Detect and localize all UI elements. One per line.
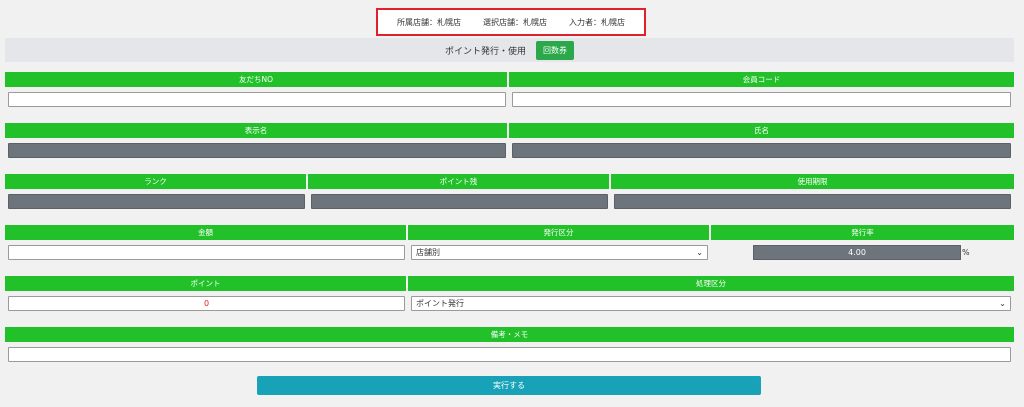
percent-sign: % bbox=[962, 247, 970, 257]
full-name-field bbox=[512, 142, 1011, 158]
store-info-box: 所属店舗：札幌店 選択店舗：札幌店 入力者：札幌店 bbox=[376, 8, 646, 36]
friend-no-label: 友だちNO bbox=[5, 72, 509, 87]
process-type-value: ポイント発行 bbox=[416, 298, 464, 308]
amount-input[interactable] bbox=[8, 244, 405, 260]
friend-member-section: 友だちNO 会員コード bbox=[5, 72, 1014, 109]
selected-store: 選択店舗：札幌店 bbox=[483, 17, 547, 27]
points-input[interactable]: 0 bbox=[8, 295, 405, 311]
expiry-label: 使用期限 bbox=[611, 174, 1014, 189]
points-section: ポイント 処理区分 0 ポイント発行 ⌄ bbox=[5, 276, 1014, 313]
affiliated-store: 所属店舗：札幌店 bbox=[397, 17, 461, 27]
member-code-label: 会員コード bbox=[509, 72, 1014, 87]
chevron-down-icon: ⌄ bbox=[696, 247, 703, 257]
member-code-input[interactable] bbox=[512, 91, 1011, 107]
title-bar: ポイント発行・使用 回数券 bbox=[5, 38, 1014, 62]
points-left-field bbox=[311, 193, 608, 209]
memo-label: 備考・メモ bbox=[5, 327, 1014, 342]
full-name-label: 氏名 bbox=[509, 123, 1014, 138]
display-name-field bbox=[8, 142, 506, 158]
rank-label: ランク bbox=[5, 174, 308, 189]
memo-section: 備考・メモ bbox=[5, 327, 1014, 364]
chevron-down-icon: ⌄ bbox=[999, 298, 1006, 308]
issue-type-value: 店舗別 bbox=[416, 247, 440, 257]
amount-label: 金額 bbox=[5, 225, 408, 240]
rank-section: ランク ポイント残 使用期限 bbox=[5, 174, 1014, 211]
page-title: ポイント発行・使用 bbox=[444, 46, 526, 57]
name-section: 表示名 氏名 bbox=[5, 123, 1014, 160]
process-type-select[interactable]: ポイント発行 ⌄ bbox=[411, 295, 1011, 311]
amount-section: 金額 発行区分 発行率 店舗別 ⌄ 4.00 % bbox=[5, 225, 1014, 262]
expiry-field bbox=[614, 193, 1011, 209]
execute-button[interactable]: 実行する bbox=[257, 376, 761, 395]
points-left-label: ポイント残 bbox=[308, 174, 611, 189]
memo-input[interactable] bbox=[8, 346, 1011, 362]
issue-type-label: 発行区分 bbox=[408, 225, 711, 240]
points-label: ポイント bbox=[5, 276, 408, 291]
issue-rate-label: 発行率 bbox=[711, 225, 1014, 240]
issue-rate-field: 4.00 bbox=[753, 244, 961, 260]
rank-field bbox=[8, 193, 305, 209]
process-type-label: 処理区分 bbox=[408, 276, 1014, 291]
display-name-label: 表示名 bbox=[5, 123, 509, 138]
friend-no-input[interactable] bbox=[8, 91, 506, 107]
ticket-button[interactable]: 回数券 bbox=[536, 40, 574, 60]
entered-by: 入力者：札幌店 bbox=[569, 17, 625, 27]
issue-type-select[interactable]: 店舗別 ⌄ bbox=[411, 244, 708, 260]
